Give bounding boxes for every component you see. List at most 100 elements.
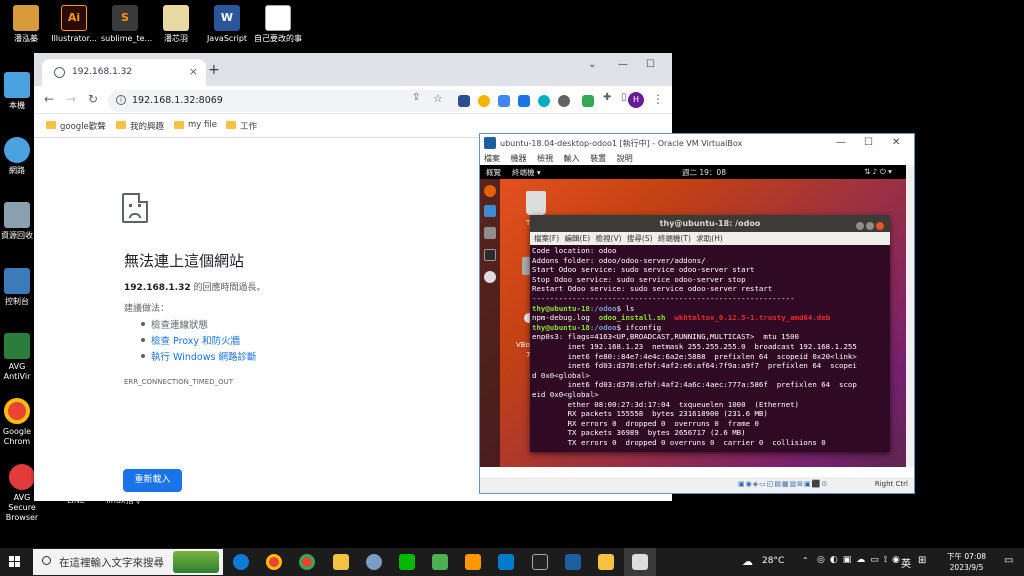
desktop-icon-network[interactable]: 網路 <box>0 137 34 176</box>
line-icon[interactable] <box>399 554 415 570</box>
close-button[interactable]: ✕ <box>892 137 900 148</box>
profile-avatar[interactable]: H <box>628 92 644 108</box>
system-menu-icon[interactable]: ⇅ ♪ ⏻ ▾ <box>864 167 892 177</box>
more-menu-icon[interactable]: ⋮ <box>652 92 664 106</box>
vbox-statusbar: ▣◉◈▭◰▤▦▥⊞▣⬛⊙ Right Ctrl <box>480 477 914 493</box>
new-tab-button[interactable]: + <box>208 62 220 78</box>
extension-icon[interactable] <box>478 95 490 107</box>
bullet <box>141 354 145 358</box>
chrome-taskbar-icon[interactable] <box>266 554 282 570</box>
terminal-icon[interactable] <box>484 249 496 261</box>
folder-taskbar-icon[interactable] <box>598 554 614 570</box>
ubuntu-clock[interactable]: 週二 19：08 <box>682 167 726 178</box>
translate-icon[interactable] <box>498 95 510 107</box>
tray-icons[interactable]: ◎◐▣☁▭⟟◉ <box>817 555 905 565</box>
bookmark-star-icon[interactable]: ☆ <box>433 92 443 105</box>
bookmark-folder[interactable]: google歡聲 <box>46 120 106 132</box>
sublime-taskbar-icon[interactable] <box>465 554 481 570</box>
back-arrow-icon[interactable]: ← <box>44 92 54 106</box>
extension-icon[interactable] <box>518 95 530 107</box>
desktop-icon-avg-antivirus[interactable]: AVG AntiVir <box>0 333 34 382</box>
settings-icon[interactable] <box>484 271 496 283</box>
bookmark-folder[interactable]: my file <box>174 120 217 130</box>
sidebar-icon[interactable]: ▯ <box>621 92 627 103</box>
suggestion-network-diagnostics-link[interactable]: 執行 Windows 網路診斷 <box>151 349 256 363</box>
vbox-scrollbar[interactable] <box>906 165 914 467</box>
desktop-icon-sublime[interactable]: S sublime_te... <box>101 5 152 44</box>
terminal-menu-terminal[interactable]: 終端機(T) <box>658 234 691 243</box>
desktop-icon-user-folder[interactable]: 潘泓蓁 <box>2 5 50 44</box>
edge-icon[interactable] <box>233 554 249 570</box>
tab-close-icon[interactable]: × <box>189 65 198 78</box>
notification-icon[interactable]: ▭ <box>1004 555 1013 566</box>
desktop-icon-control-panel[interactable]: 控制台 <box>0 268 34 307</box>
terminal-menu-view[interactable]: 檢視(V) <box>596 234 622 243</box>
tray-expand-icon[interactable]: ⌃ <box>802 556 809 565</box>
terminal-menu-file[interactable]: 檔案(F) <box>534 234 559 243</box>
extension-icon[interactable] <box>558 95 570 107</box>
desktop-icon-text-file[interactable]: 自己要改的事項.txt <box>254 5 302 44</box>
taskbar-search-box[interactable]: 在這裡輸入文字來搜尋 <box>33 549 223 575</box>
weather-icon[interactable]: ☁ <box>742 555 753 568</box>
menu-help[interactable]: 說明 <box>617 154 633 163</box>
chrome-tab-bar: 192.168.1.32 × + ⌄ — ☐ ✕ <box>34 53 672 86</box>
ime-mode-icon[interactable]: ⊞ <box>918 555 926 566</box>
firefox-icon[interactable] <box>484 185 496 197</box>
ubuntu-dock <box>480 179 500 467</box>
vm-screen[interactable]: 概覽 終端機 ▾ 週二 19：08 ⇅ ♪ ⏻ ▾ T VBo 7 thy@ub… <box>480 165 908 467</box>
terminal-menu-search[interactable]: 搜尋(S) <box>627 234 653 243</box>
terminal-menu-edit[interactable]: 編輯(E) <box>565 234 591 243</box>
chevron-down-icon[interactable]: ⌄ <box>588 59 596 70</box>
bookmark-folder[interactable]: 工作 <box>226 120 257 132</box>
file-explorer-icon[interactable] <box>333 554 349 570</box>
info-icon[interactable]: i <box>116 95 126 105</box>
suggestion-check-proxy-link[interactable]: 檢查 Proxy 和防火牆 <box>151 333 240 347</box>
app-icon[interactable] <box>432 554 448 570</box>
thunderbird-icon[interactable] <box>484 205 496 217</box>
terminal-window[interactable]: thy@ubuntu-18: /odoo 檔案(F) 編輯(E) 檢視(V) 搜… <box>530 215 890 452</box>
extension-icon[interactable] <box>582 95 594 107</box>
menu-devices[interactable]: 裝置 <box>590 154 606 163</box>
bookmark-folder[interactable]: 我的興趣 <box>116 120 164 132</box>
terminal-window-controls[interactable] <box>854 219 884 236</box>
terminal-taskbar-icon[interactable] <box>532 554 548 570</box>
menu-file[interactable]: 檔案 <box>484 154 500 163</box>
desktop-icon-folder[interactable]: 潘芯羽 <box>152 5 200 44</box>
terminal-output[interactable]: Code location: odoo Addons folder: odoo/… <box>530 245 890 448</box>
chrome-profile-taskbar-icon[interactable] <box>299 554 315 570</box>
taskbar-clock[interactable]: 下午 07:08 2023/9/5 <box>947 551 986 573</box>
terminal-app-menu[interactable]: 終端機 ▾ <box>512 167 541 178</box>
files-icon[interactable] <box>484 227 496 239</box>
maximize-button[interactable]: ☐ <box>646 59 655 70</box>
device-status-icons[interactable]: ▣◉◈▭◰▤▦▥⊞▣⬛⊙ <box>738 480 828 488</box>
menu-machine[interactable]: 機器 <box>511 154 527 163</box>
snipping-tool-icon[interactable] <box>632 554 648 570</box>
app-icon[interactable] <box>366 554 382 570</box>
virtualbox-taskbar-icon[interactable] <box>565 554 581 570</box>
desktop-icon-this-pc[interactable]: 本機 <box>0 72 34 111</box>
forward-arrow-icon[interactable]: → <box>66 92 76 106</box>
weather-temperature[interactable]: 28°C <box>762 556 784 566</box>
desktop-icon-word-doc[interactable]: W JavaScript講義_01.doc <box>203 5 251 44</box>
maximize-button[interactable]: ☐ <box>864 137 873 148</box>
vscode-icon[interactable] <box>498 554 514 570</box>
share-icon[interactable]: ⇪ <box>412 92 420 103</box>
extension-icon[interactable] <box>458 95 470 107</box>
windows-start-button[interactable] <box>9 556 21 568</box>
tab-active[interactable]: 192.168.1.32 × <box>42 59 206 86</box>
activities-button[interactable]: 概覽 <box>486 167 501 178</box>
menu-input[interactable]: 輸入 <box>564 154 580 163</box>
extension-icon[interactable] <box>538 95 550 107</box>
puzzle-icon[interactable]: ✚ <box>603 92 611 103</box>
ime-indicator[interactable]: 英 <box>901 555 911 570</box>
minimize-button[interactable]: — <box>618 59 628 70</box>
desktop-icon-chrome[interactable]: Google Chrom <box>0 398 34 447</box>
desktop-icon-recycle-bin[interactable]: 資源回收 <box>0 202 34 241</box>
reload-icon[interactable]: ↻ <box>88 92 98 106</box>
menu-view[interactable]: 檢視 <box>537 154 553 163</box>
reload-button[interactable]: 重新載入 <box>123 469 182 492</box>
terminal-menu-help[interactable]: 求助(H) <box>696 234 723 243</box>
minimize-button[interactable]: — <box>836 137 846 148</box>
trash-icon[interactable] <box>526 191 546 215</box>
desktop-icon-illustrator[interactable]: Ai Illustrator... <box>50 5 98 44</box>
